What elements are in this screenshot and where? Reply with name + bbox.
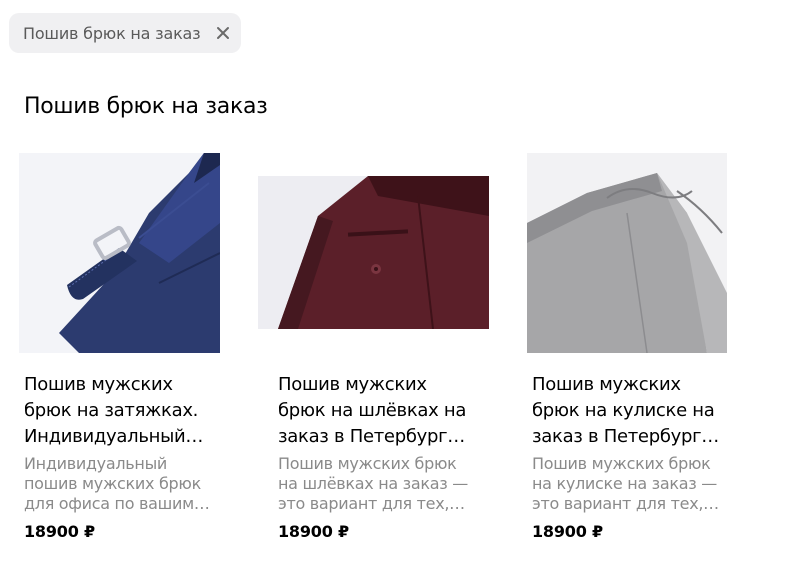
title-line: Пошив мужских bbox=[532, 374, 681, 395]
product-description: Пошив мужских брюк на шлёвках на заказ —… bbox=[278, 454, 478, 514]
title-line: брюк на шлёвках на bbox=[278, 400, 467, 421]
desc-line: это вариант для тех,… bbox=[278, 494, 465, 513]
desc-line: Пошив мужских брюк bbox=[278, 454, 457, 473]
title-line: брюк на кулиске на bbox=[532, 400, 715, 421]
desc-line: на шлёвках на заказ — bbox=[278, 474, 468, 493]
title-line: заказ в Петербург… bbox=[532, 426, 719, 447]
desc-line: на кулиске на заказ — bbox=[532, 474, 717, 493]
product-card[interactable]: Пошив мужских брюк на шлёвках на заказ в… bbox=[258, 150, 489, 560]
filter-chip[interactable]: Пошив брюк на заказ bbox=[9, 13, 241, 53]
desc-line: для офиса по вашим… bbox=[24, 494, 210, 513]
product-price: 18900 ₽ bbox=[278, 522, 349, 541]
product-card[interactable]: Пошив мужских брюк на кулиске на заказ в… bbox=[527, 150, 737, 560]
close-icon[interactable] bbox=[216, 26, 230, 40]
section-title: Пошив брюк на заказ bbox=[24, 94, 268, 119]
product-card[interactable]: Пошив мужских брюк на затяжках. Индивиду… bbox=[19, 150, 229, 560]
grey-trousers-drawstring-image[interactable] bbox=[527, 153, 727, 353]
title-line: Пошив мужских bbox=[24, 374, 173, 395]
burgundy-trousers-back-pocket-image[interactable] bbox=[258, 176, 489, 329]
title-line: Пошив мужских bbox=[278, 374, 427, 395]
product-price: 18900 ₽ bbox=[532, 522, 603, 541]
desc-line: Пошив мужских брюк bbox=[532, 454, 711, 473]
product-price: 18900 ₽ bbox=[24, 522, 95, 541]
product-description: Пошив мужских брюк на кулиске на заказ —… bbox=[532, 454, 732, 514]
product-title[interactable]: Пошив мужских брюк на затяжках. Индивиду… bbox=[24, 372, 224, 450]
title-line: брюк на затяжках. bbox=[24, 400, 199, 421]
product-title[interactable]: Пошив мужских брюк на кулиске на заказ в… bbox=[532, 372, 732, 450]
product-description: Индивидуальный пошив мужских брюк для оф… bbox=[24, 454, 224, 514]
title-line: заказ в Петербург… bbox=[278, 426, 465, 447]
title-line: Индивидуальный… bbox=[24, 426, 204, 447]
filter-chip-label: Пошив брюк на заказ bbox=[23, 23, 201, 43]
desc-line: Индивидуальный bbox=[24, 454, 168, 473]
navy-trousers-side-adjuster-image[interactable] bbox=[19, 153, 220, 353]
desc-line: пошив мужских брюк bbox=[24, 474, 201, 493]
product-title[interactable]: Пошив мужских брюк на шлёвках на заказ в… bbox=[278, 372, 478, 450]
desc-line: это вариант для тех,… bbox=[532, 494, 719, 513]
